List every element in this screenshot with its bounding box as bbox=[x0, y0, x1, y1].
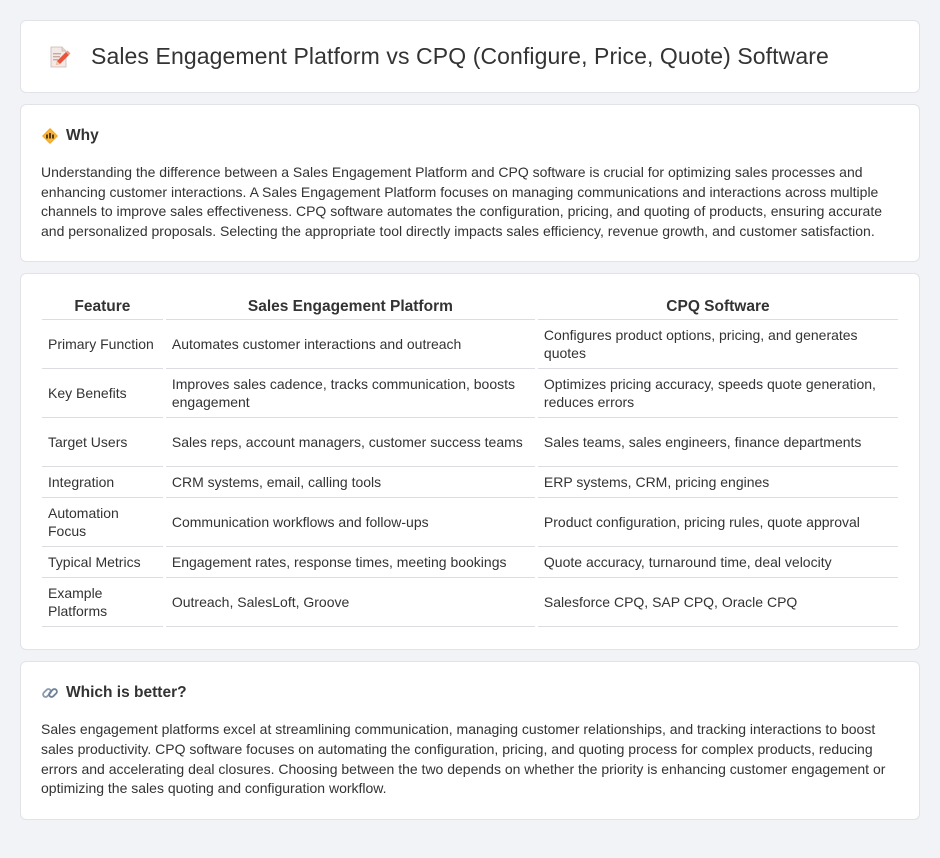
feature-cell: Automation Focus bbox=[42, 498, 163, 548]
sales-engagement-cell: Automates customer interactions and outr… bbox=[165, 320, 535, 370]
table-row: Example Platforms Outreach, SalesLoft, G… bbox=[42, 578, 898, 628]
better-body: Sales engagement platforms excel at stre… bbox=[41, 721, 886, 797]
header-feature: Feature bbox=[42, 294, 163, 321]
sales-engagement-cell: Engagement rates, response times, meetin… bbox=[165, 547, 535, 579]
table-header-row: Feature Sales Engagement Platform CPQ So… bbox=[42, 294, 898, 321]
header-sales-engagement: Sales Engagement Platform bbox=[165, 294, 535, 321]
diamond-sign-icon bbox=[41, 127, 59, 145]
feature-cell: Typical Metrics bbox=[42, 547, 163, 579]
feature-cell: Primary Function bbox=[42, 320, 163, 370]
table-row: Target Users Sales reps, account manager… bbox=[42, 418, 898, 468]
cpq-cell: Optimizes pricing accuracy, speeds quote… bbox=[537, 369, 898, 419]
cpq-cell: Salesforce CPQ, SAP CPQ, Oracle CPQ bbox=[537, 578, 898, 628]
why-heading: Why bbox=[66, 127, 99, 144]
table-row: Integration CRM systems, email, calling … bbox=[42, 467, 898, 499]
feature-cell: Example Platforms bbox=[42, 578, 163, 628]
cpq-cell: ERP systems, CRM, pricing engines bbox=[537, 467, 898, 499]
sales-engagement-cell: Outreach, SalesLoft, Groove bbox=[165, 578, 535, 628]
table-row: Primary Function Automates customer inte… bbox=[42, 320, 898, 370]
comparison-table: Feature Sales Engagement Platform CPQ So… bbox=[39, 294, 901, 628]
cpq-cell: Sales teams, sales engineers, finance de… bbox=[537, 418, 898, 468]
why-header: Why bbox=[41, 127, 899, 145]
table-row: Typical Metrics Engagement rates, respon… bbox=[42, 547, 898, 579]
page-title: Sales Engagement Platform vs CPQ (Config… bbox=[91, 43, 829, 69]
cpq-cell: Product configuration, pricing rules, qu… bbox=[537, 498, 898, 548]
better-header: Which is better? bbox=[41, 684, 899, 702]
comparison-table-card: Feature Sales Engagement Platform CPQ So… bbox=[20, 273, 920, 651]
feature-cell: Integration bbox=[42, 467, 163, 499]
feature-cell: Key Benefits bbox=[42, 369, 163, 419]
better-heading: Which is better? bbox=[66, 684, 187, 702]
title-card: Sales Engagement Platform vs CPQ (Config… bbox=[20, 20, 920, 93]
sales-engagement-cell: Improves sales cadence, tracks communica… bbox=[165, 369, 535, 419]
table-row: Key Benefits Improves sales cadence, tra… bbox=[42, 369, 898, 419]
why-body: Understanding the difference between a S… bbox=[41, 164, 882, 239]
sales-engagement-cell: Communication workflows and follow-ups bbox=[165, 498, 535, 548]
table-row: Automation Focus Communication workflows… bbox=[42, 498, 898, 548]
sales-engagement-cell: Sales reps, account managers, customer s… bbox=[165, 418, 535, 468]
link-icon bbox=[41, 684, 59, 702]
why-section: Why Understanding the difference between… bbox=[20, 104, 920, 263]
cpq-cell: Quote accuracy, turnaround time, deal ve… bbox=[537, 547, 898, 579]
sales-engagement-cell: CRM systems, email, calling tools bbox=[165, 467, 535, 499]
header-cpq: CPQ Software bbox=[537, 294, 898, 321]
cpq-cell: Configures product options, pricing, and… bbox=[537, 320, 898, 370]
feature-cell: Target Users bbox=[42, 418, 163, 468]
which-is-better-section: Which is better? Sales engagement platfo… bbox=[20, 661, 920, 820]
document-pencil-icon bbox=[47, 45, 71, 69]
